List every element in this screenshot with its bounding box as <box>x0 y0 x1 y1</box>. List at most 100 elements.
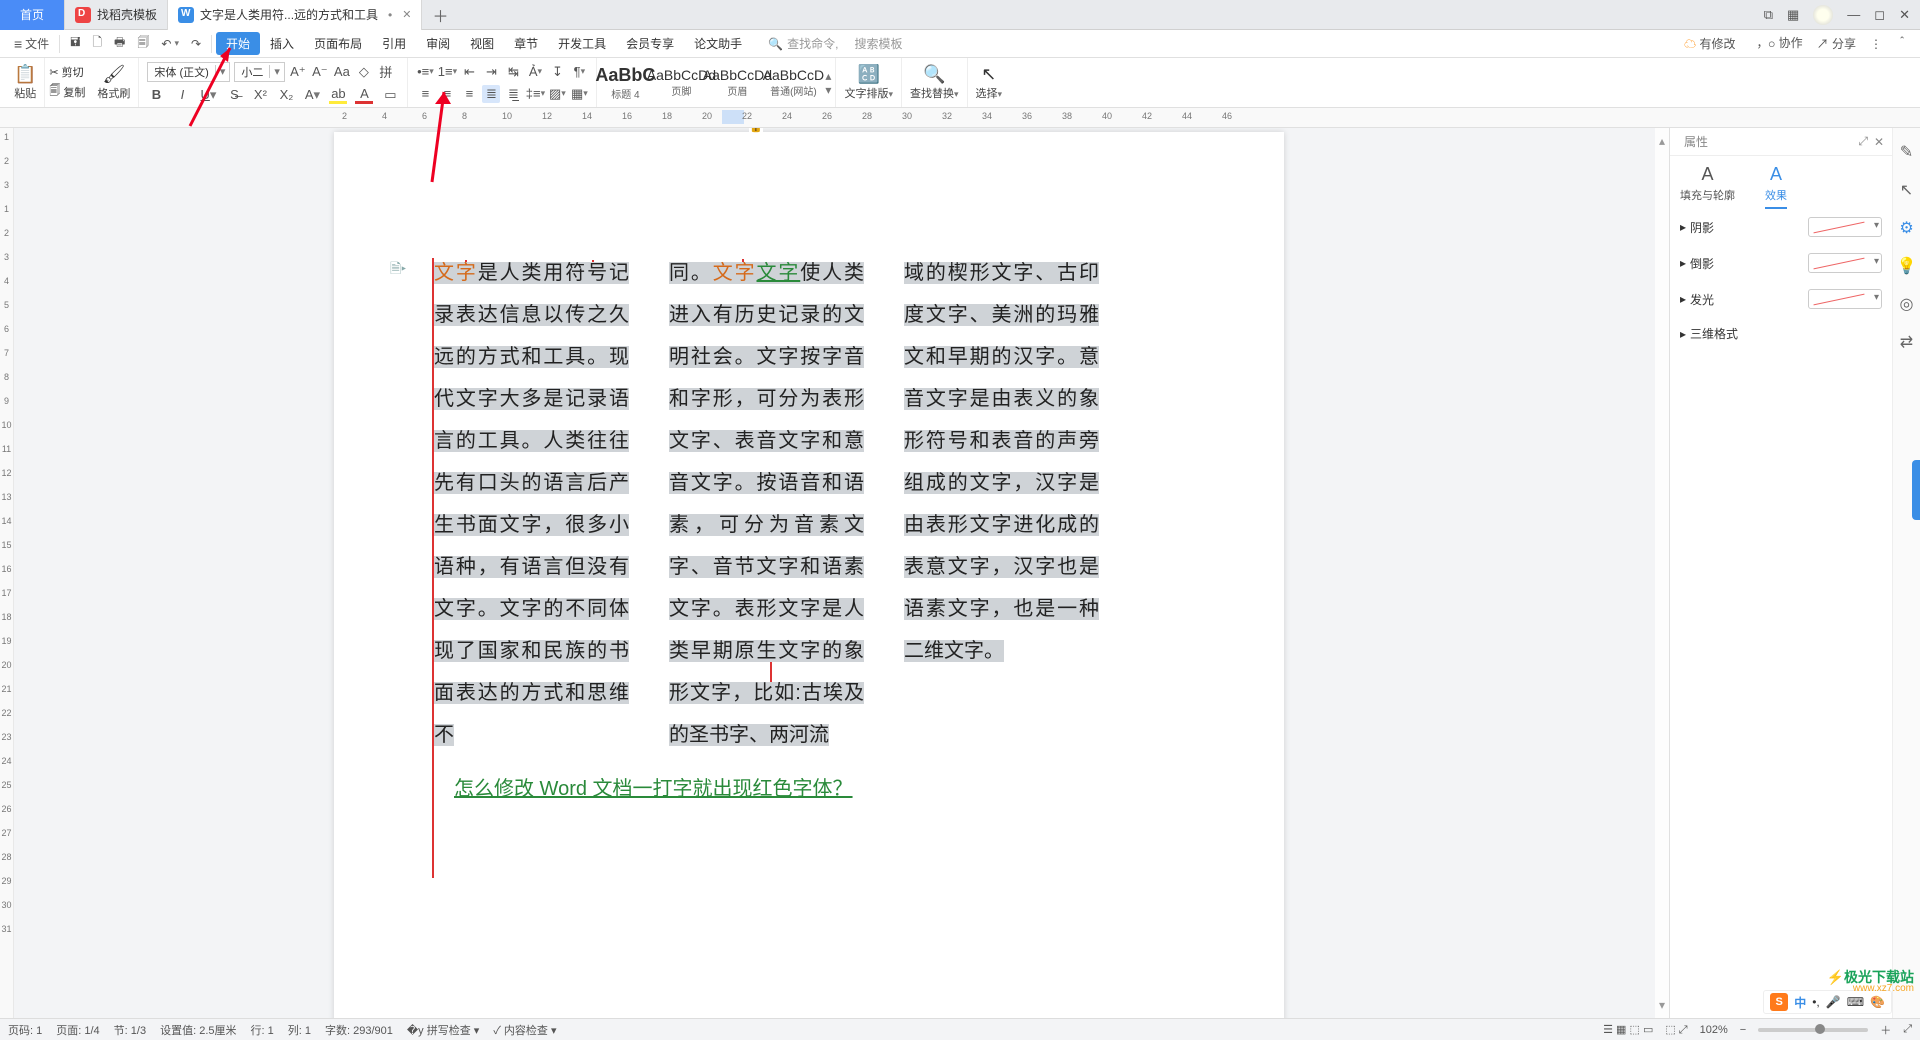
zoom-out[interactable]: − <box>1740 1024 1746 1036</box>
doc-column-1[interactable]: 文字是人类用符号记录表达信息以传之久远的方式和工具。现代文字大多是记录语言的工具… <box>434 252 629 756</box>
collapse-ribbon[interactable]: ＾ <box>1896 35 1908 52</box>
glow-swatch[interactable]: ▾ <box>1808 289 1882 309</box>
target-icon[interactable]: ◎ <box>1900 294 1914 314</box>
zoom-in[interactable]: ＋ <box>1880 1022 1891 1038</box>
font-size-combo[interactable]: 小二▾ <box>234 62 285 82</box>
cut-button[interactable]: ✂ 剪切 <box>49 64 85 80</box>
panel-close-icon[interactable]: ✕ <box>1874 135 1884 149</box>
grow-font[interactable]: A⁺ <box>289 63 307 81</box>
scroll-up[interactable]: ▴ <box>1659 134 1665 148</box>
doc-corner-icon[interactable]: 🗎▸ <box>390 258 406 282</box>
text-effects[interactable]: A▾ <box>303 86 321 104</box>
maximize-button[interactable]: ◻ <box>1874 7 1885 23</box>
settings-icon[interactable]: ⚙ <box>1899 218 1913 238</box>
panel-pin-icon[interactable]: ⤢ <box>1858 134 1868 149</box>
qat-print[interactable]: 🖶 <box>108 30 131 57</box>
faq-link[interactable]: 怎么修改 Word 文档一打字就出现红色字体？ <box>434 772 1194 801</box>
borders[interactable]: ▦▾ <box>570 85 588 103</box>
clear-format[interactable]: ◇ <box>355 63 373 81</box>
indent-inc[interactable]: ⇥ <box>482 63 500 81</box>
paste-icon[interactable]: 📋 <box>14 64 36 85</box>
row-reflection[interactable]: ▸倒影 ▾ <box>1670 245 1892 281</box>
qat-redo[interactable]: ↷ <box>185 30 207 57</box>
qat-save[interactable]: 🖬 <box>64 30 86 57</box>
tab-templates[interactable]: 找稻壳模板 <box>65 0 168 30</box>
font-family-combo[interactable]: 宋体 (正文)▾ <box>147 62 230 82</box>
command-search[interactable]: 🔍查找命令, <box>768 35 838 52</box>
align-right[interactable]: ≡ <box>460 85 478 103</box>
ruler-horizontal[interactable]: 2468101214161820222426283032343638404244… <box>0 108 1920 128</box>
status-spell[interactable]: �у 拼写检查 ▾ <box>407 1022 479 1038</box>
show-marks[interactable]: ¶▾ <box>570 63 588 81</box>
apps-icon[interactable]: ▦ <box>1787 7 1799 23</box>
menu-vip[interactable]: 会员专享 <box>616 30 684 57</box>
indent-dec[interactable]: ⇤ <box>460 63 478 81</box>
shading[interactable]: ▨▾ <box>548 85 566 103</box>
pencil-icon[interactable]: ✎ <box>1900 142 1913 162</box>
share-button[interactable]: ↗ 分享 <box>1817 35 1856 52</box>
menu-reference[interactable]: 引用 <box>372 30 416 57</box>
fit-icon[interactable]: ⤢ <box>1903 1023 1912 1036</box>
row-3d[interactable]: ▸三维格式 <box>1670 317 1892 350</box>
track-changes-button[interactable]: ☁ 有修改 <box>1684 35 1735 52</box>
status-pages[interactable]: 页面: 1/4 <box>56 1022 99 1038</box>
status-setvalue[interactable]: 设置值: 2.5厘米 <box>160 1022 236 1038</box>
app-menu-button[interactable]: ≡文件 <box>8 30 55 57</box>
menu-thesis[interactable]: 论文助手 <box>684 30 752 57</box>
status-page[interactable]: 页码: 1 <box>8 1022 42 1038</box>
superscript[interactable]: X² <box>251 86 269 104</box>
status-content[interactable]: ✓ 内容检查 ▾ <box>493 1022 556 1038</box>
change-case[interactable]: Aa <box>333 63 351 81</box>
status-col[interactable]: 列: 1 <box>288 1022 311 1038</box>
style-header[interactable]: AaBbCcDd页眉 <box>709 58 765 107</box>
shadow-swatch[interactable]: ▾ <box>1808 217 1882 237</box>
ime-skin-icon[interactable]: 🎨 <box>1870 995 1885 1009</box>
copy-button[interactable]: 🗐 复制 <box>49 82 85 101</box>
style-webnormal[interactable]: AaBbCcD普通(网站) <box>765 58 821 107</box>
new-tab-button[interactable]: ＋ <box>422 3 458 27</box>
row-shadow[interactable]: ▸阴影 ▾ <box>1670 209 1892 245</box>
style-footer[interactable]: AaBbCcDd页脚 <box>653 58 709 107</box>
doc-column-3[interactable]: 域的楔形文字、古印度文字、美洲的玛雅文和早期的汉字。意音文字是由表义的象形符号和… <box>904 252 1099 756</box>
bullets[interactable]: •≡▾ <box>416 63 434 81</box>
reflect-swatch[interactable]: ▾ <box>1808 253 1882 273</box>
close-window-button[interactable]: ✕ <box>1899 7 1910 23</box>
tab-document[interactable]: 文字是人类用符...远的方式和工具•✕ <box>168 0 422 30</box>
ruler-vertical[interactable]: 1231234567891011121314151617181920212223… <box>0 128 14 1018</box>
ime-keyboard-icon[interactable]: ⌨ <box>1847 995 1864 1009</box>
more-menu[interactable]: ⋮ <box>1870 37 1882 51</box>
char-scale[interactable]: Ả▾ <box>526 63 544 81</box>
side-handle[interactable] <box>1912 460 1920 520</box>
template-search[interactable]: 搜索模板 <box>854 35 902 52</box>
doc-column-2[interactable]: 同。文字文字使人类进入有历史记录的文明社会。文字按字音和字形，可分为表形文字、表… <box>669 252 864 756</box>
tab-stops[interactable]: ↹ <box>504 63 522 81</box>
menu-devtools[interactable]: 开发工具 <box>548 30 616 57</box>
char-border[interactable]: ▭ <box>381 86 399 104</box>
phonetic[interactable]: 拼 <box>377 63 395 81</box>
findreplace-group[interactable]: 🔍 查找替换▾ <box>902 58 968 107</box>
strike[interactable]: S̶ <box>225 86 243 104</box>
qat-open[interactable]: 🗋 <box>86 30 108 57</box>
style-heading4[interactable]: AaBbC标题 4 <box>597 58 653 107</box>
brush-label[interactable]: 格式刷 <box>97 85 130 101</box>
sort[interactable]: ↧ <box>548 63 566 81</box>
close-icon[interactable]: ✕ <box>402 8 411 21</box>
menu-start[interactable]: 开始 <box>216 32 260 55</box>
coop-button[interactable]: �，ဝ 协作 <box>1750 34 1803 53</box>
scroll-down[interactable]: ▾ <box>1659 998 1665 1012</box>
menu-section[interactable]: 章节 <box>504 30 548 57</box>
arrow-icon[interactable]: ↖ <box>1900 180 1913 200</box>
tab-home[interactable]: 首页 <box>0 0 65 30</box>
menu-layout[interactable]: 页面布局 <box>304 30 372 57</box>
line-spacing[interactable]: ‡≡▾ <box>526 85 544 103</box>
align-left[interactable]: ≡ <box>416 85 434 103</box>
menu-review[interactable]: 审阅 <box>416 30 460 57</box>
ime-punct[interactable]: •, <box>1812 995 1820 1009</box>
menu-insert[interactable]: 插入 <box>260 30 304 57</box>
brush-icon[interactable]: 🖌 <box>102 64 125 85</box>
status-section[interactable]: 节: 1/3 <box>114 1022 146 1038</box>
align-distribute[interactable]: ≣̲ <box>504 85 522 103</box>
bulb-icon[interactable]: 💡 <box>1897 256 1917 276</box>
qat-preview[interactable]: 🗐 <box>131 30 155 57</box>
bold[interactable]: B <box>147 86 165 104</box>
